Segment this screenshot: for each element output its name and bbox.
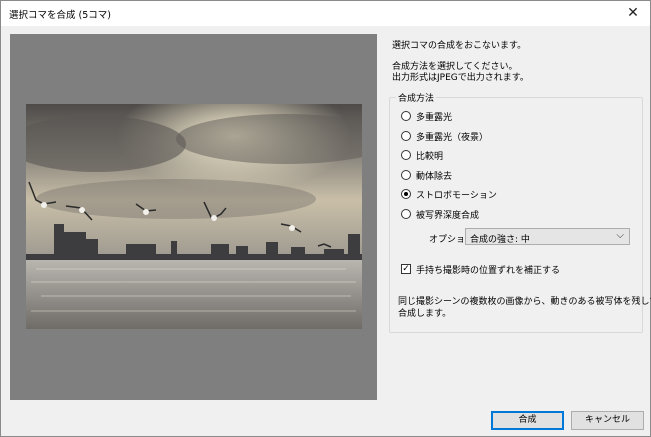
checkbox[interactable]: ✓ xyxy=(401,264,411,274)
radio-label: 動体除去 xyxy=(416,171,453,182)
radio-label: ストロボモーション xyxy=(416,190,497,201)
radio-button[interactable] xyxy=(401,131,411,141)
radio-focus-stacking[interactable]: 被写界深度合成 xyxy=(401,207,479,221)
cancel-button[interactable]: キャンセル xyxy=(571,411,644,430)
chevron-down-icon: ⌵ xyxy=(616,230,624,241)
radio-button[interactable] xyxy=(401,150,411,160)
close-icon[interactable]: ✕ xyxy=(616,1,650,26)
radio-moving-object-removal[interactable]: 動体除去 xyxy=(401,168,452,182)
align-correction-checkbox-row[interactable]: ✓ 手持ち撮影時の位置ずれを補正する xyxy=(401,262,560,276)
radio-strobe-motion[interactable]: ストロボモーション xyxy=(401,187,497,201)
method-group-label: 合成方法 xyxy=(396,91,437,104)
radio-label: 比較明 xyxy=(416,151,444,162)
description-line-2: 合成します。 xyxy=(398,309,452,319)
window-title: 選択コマを合成 (5コマ) xyxy=(9,10,111,21)
intro-line-3: 出力形式はJPEGで出力されます。 xyxy=(392,73,529,83)
intro-line-1: 選択コマの合成をおこないます。 xyxy=(392,41,527,51)
composite-button[interactable]: 合成 xyxy=(491,411,564,430)
radio-button[interactable] xyxy=(401,111,411,121)
radio-multiple-exposure[interactable]: 多重露光 xyxy=(401,109,452,123)
radio-label: 被写界深度合成 xyxy=(416,210,480,221)
radio-button[interactable] xyxy=(401,209,411,219)
radio-button-selected[interactable] xyxy=(401,189,411,199)
radio-button[interactable] xyxy=(401,170,411,180)
checkbox-label: 手持ち撮影時の位置ずれを補正する xyxy=(416,265,561,276)
preview-image xyxy=(26,104,362,329)
radio-lighten[interactable]: 比較明 xyxy=(401,148,443,162)
title-bar: 選択コマを合成 (5コマ) ✕ xyxy=(1,1,650,26)
composite-dialog: 選択コマを合成 (5コマ) ✕ 選択コマの合成をおこないます。 合成方法を選択し… xyxy=(0,0,651,437)
preview-panel xyxy=(10,34,377,400)
strength-select-value: 合成の強さ: 中 xyxy=(470,235,530,245)
strength-select[interactable]: 合成の強さ: 中 ⌵ xyxy=(465,228,630,245)
radio-label: 多重露光（夜景） xyxy=(416,132,489,143)
radio-multiple-exposure-night[interactable]: 多重露光（夜景） xyxy=(401,129,488,143)
radio-label: 多重露光 xyxy=(416,112,453,123)
